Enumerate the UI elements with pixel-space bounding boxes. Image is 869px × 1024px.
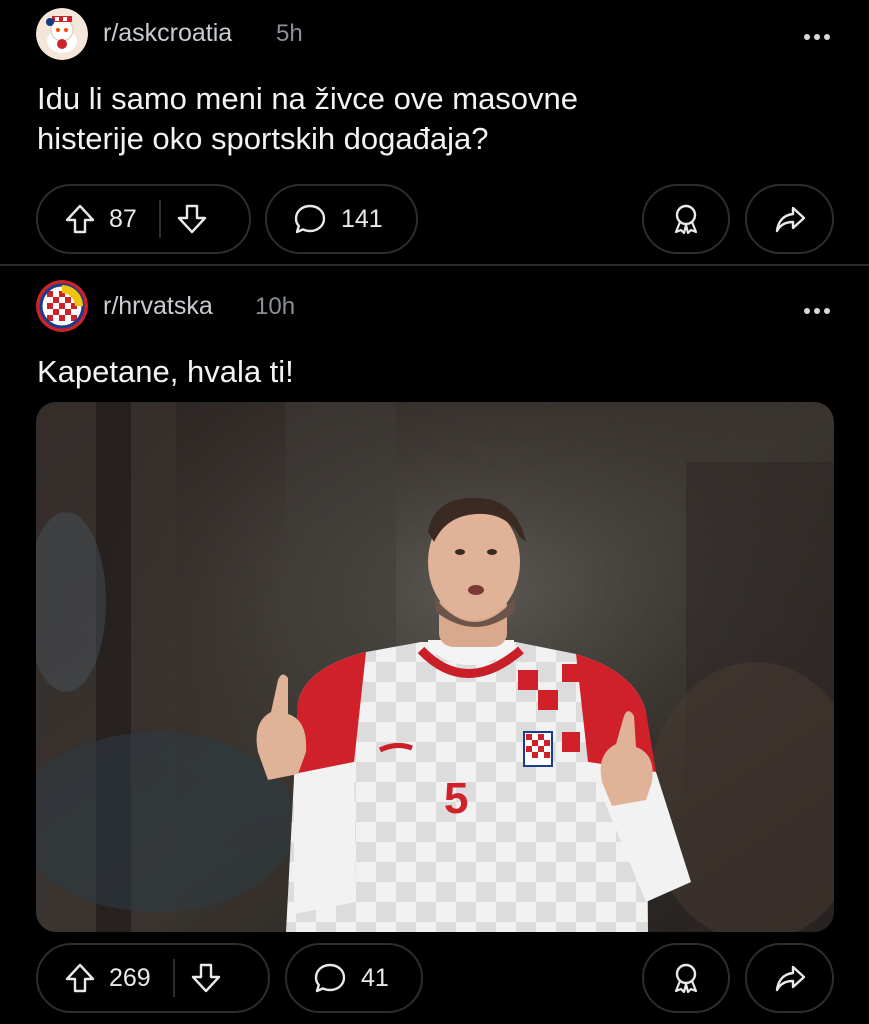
post-age: 10h (255, 293, 296, 320)
post-card[interactable]: r/hrvatska 10h Kapetane, hvala ti! 5 269… (0, 266, 869, 1024)
award-button[interactable] (642, 943, 730, 1013)
post-title[interactable]: Kapetane, hvala ti! (37, 352, 294, 392)
vote-bar: 269 (36, 943, 270, 1013)
arrow-up-icon[interactable] (63, 961, 97, 995)
arrow-down-icon[interactable] (189, 961, 223, 995)
more-options-icon[interactable] (803, 302, 831, 314)
subreddit-avatar[interactable] (36, 8, 88, 60)
vote-bar: 87 (36, 184, 251, 254)
share-icon (773, 202, 807, 236)
post-image[interactable]: 5 (36, 402, 834, 932)
comments-button[interactable]: 41 (285, 943, 423, 1013)
award-icon (669, 202, 703, 236)
comment-count: 141 (341, 204, 383, 233)
award-button[interactable] (642, 184, 730, 254)
post-title[interactable]: Idu li samo meni na živce ove masovne hi… (37, 79, 578, 159)
post-card[interactable]: r/askcroatia 5h Idu li samo meni na živc… (0, 0, 869, 264)
speech-bubble-icon (313, 961, 347, 995)
vote-divider (172, 959, 175, 997)
arrow-up-icon[interactable] (63, 202, 97, 236)
share-button[interactable] (745, 184, 834, 254)
upvote-count: 87 (109, 204, 137, 233)
share-button[interactable] (745, 943, 834, 1013)
upvote-count: 269 (109, 963, 151, 992)
share-icon (773, 961, 807, 995)
jersey-number: 5 (444, 774, 469, 823)
arrow-down-icon[interactable] (175, 202, 209, 236)
comment-count: 41 (361, 963, 389, 992)
more-options-icon[interactable] (803, 28, 831, 40)
award-icon (669, 961, 703, 995)
subreddit-name[interactable]: r/askcroatia (103, 19, 232, 48)
vote-divider (158, 200, 161, 238)
subreddit-name[interactable]: r/hrvatska (103, 292, 213, 321)
post-age: 5h (276, 20, 303, 47)
speech-bubble-icon (293, 202, 327, 236)
subreddit-avatar[interactable] (36, 280, 88, 332)
comments-button[interactable]: 141 (265, 184, 418, 254)
